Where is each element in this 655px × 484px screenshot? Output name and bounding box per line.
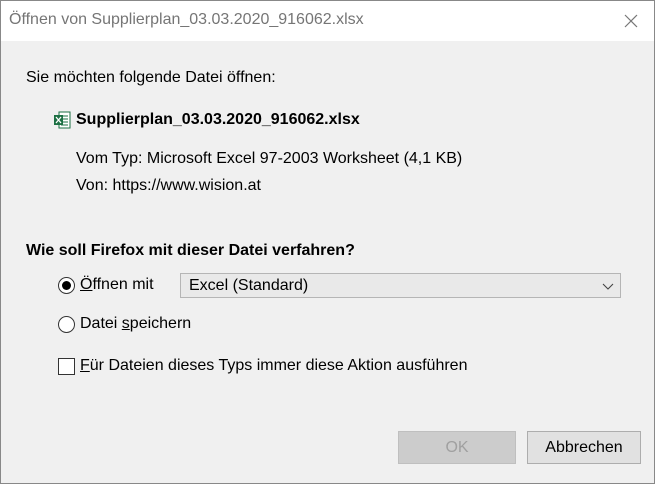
always-do-this-label[interactable]: Für Dateien dieses Typs immer diese Akti… <box>80 357 467 375</box>
file-type-row: Vom Typ: Microsoft Excel 97-2003 Workshe… <box>76 150 462 168</box>
open-with-label[interactable]: Öffnen mit <box>80 276 154 294</box>
title-bar[interactable]: Öffnen von Supplierplan_03.03.2020_91606… <box>1 1 654 41</box>
question-heading: Wie soll Firefox mit dieser Datei verfah… <box>26 242 355 259</box>
intro-text: Sie möchten folgende Datei öffnen: <box>26 69 276 86</box>
chevron-down-icon <box>602 283 614 290</box>
save-file-radio[interactable] <box>58 316 75 333</box>
file-type-label: Vom Typ: <box>76 150 143 167</box>
close-button[interactable] <box>608 1 654 41</box>
always-do-this-checkbox[interactable] <box>58 358 75 375</box>
application-select[interactable]: Excel (Standard) <box>180 273 621 298</box>
application-select-value: Excel (Standard) <box>189 277 309 294</box>
file-name: Supplierplan_03.03.2020_916062.xlsx <box>76 111 360 128</box>
window-title: Öffnen von Supplierplan_03.03.2020_91606… <box>9 11 364 28</box>
file-source-value: https://www.wision.at <box>112 177 261 194</box>
ok-button[interactable]: OK <box>398 431 516 464</box>
file-source-row: Von: https://www.wision.at <box>76 177 261 195</box>
file-source-label: Von: <box>76 177 109 194</box>
download-dialog: Öffnen von Supplierplan_03.03.2020_91606… <box>0 0 655 484</box>
file-type-value: Microsoft Excel 97-2003 Worksheet (4,1 K… <box>146 150 463 167</box>
radio-selected-dot <box>62 281 71 290</box>
cancel-button[interactable]: Abbrechen <box>527 431 641 464</box>
open-with-radio[interactable] <box>58 277 75 294</box>
close-icon <box>624 14 638 28</box>
save-file-label[interactable]: Datei speichern <box>80 315 191 333</box>
excel-file-icon <box>54 111 71 129</box>
